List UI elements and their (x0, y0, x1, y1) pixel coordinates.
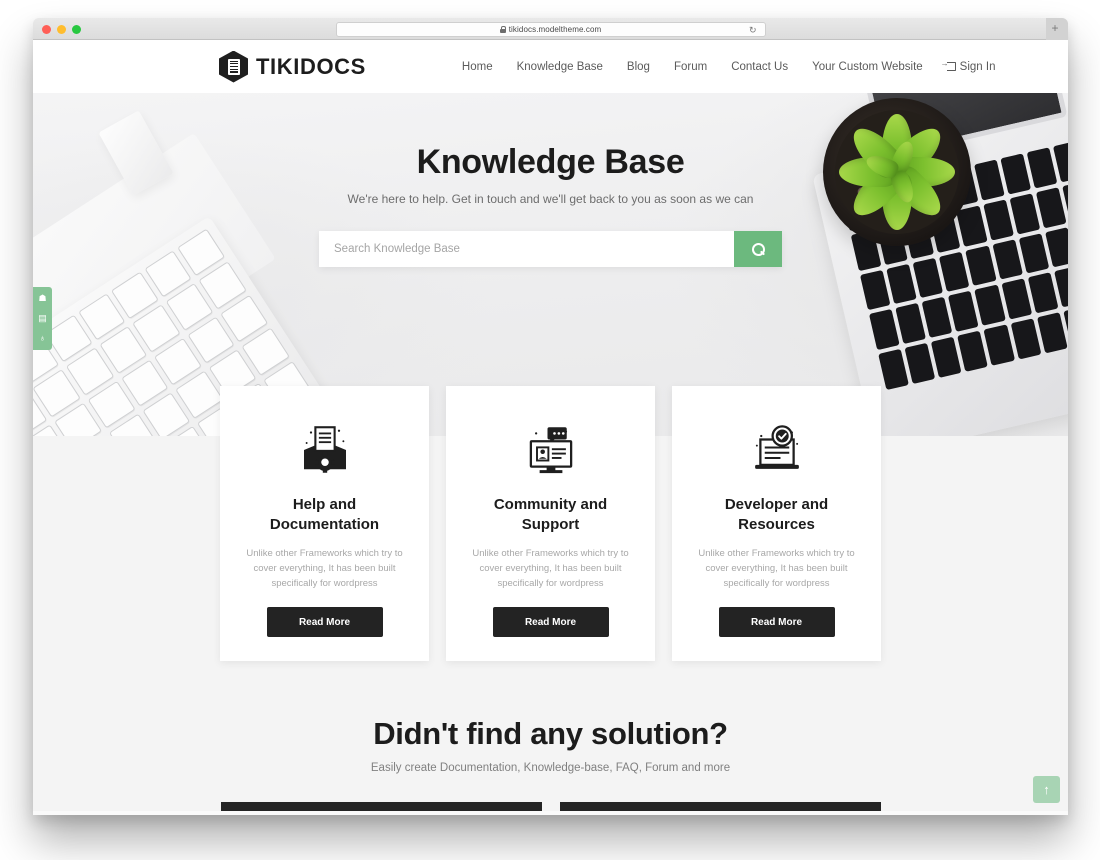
document-gear-icon (297, 419, 353, 481)
maximize-window-button[interactable] (72, 25, 81, 34)
feature-card[interactable]: Community and Support Unlike other Frame… (446, 386, 655, 661)
hexagon-document-logo-icon (219, 50, 248, 83)
nav-item-blog[interactable]: Blog (627, 61, 650, 73)
read-more-button[interactable]: Read More (492, 607, 609, 637)
side-widget-toolbar[interactable]: ☗ ▤ ♁ (33, 287, 52, 350)
read-more-button[interactable]: Read More (718, 607, 835, 637)
sign-in-icon (941, 59, 956, 71)
feature-card[interactable]: Help and Documentation Unlike other Fram… (220, 386, 429, 661)
site-header: TIKIDOCS Home Knowledge Base Blog Forum … (33, 40, 1068, 93)
brand-name: TIKIDOCS (256, 53, 366, 79)
main-navigation: Home Knowledge Base Blog Forum Contact U… (462, 59, 996, 73)
browser-window: tikidocs.modeltheme.com ↻ + TIKIDOCS Hom… (33, 18, 1068, 815)
back-to-top-button[interactable]: ↑ (1033, 776, 1060, 803)
nav-item-home[interactable]: Home (462, 61, 493, 73)
arrow-up-icon: ↑ (1043, 782, 1050, 797)
card-title: Community and Support (493, 496, 608, 533)
card-title: Developer and Resources (724, 496, 829, 533)
nav-item-your-custom-website[interactable]: Your Custom Website (812, 61, 923, 73)
nav-item-contact-us[interactable]: Contact Us (731, 61, 788, 73)
card-title: Help and Documentation (269, 496, 380, 533)
new-tab-icon[interactable]: + (1048, 22, 1062, 36)
reload-icon[interactable]: ↻ (749, 26, 757, 35)
search-button[interactable] (734, 231, 782, 267)
page-title: Knowledge Base (416, 143, 685, 181)
globe-icon[interactable]: ♁ (39, 334, 46, 343)
solution-section: Didn't find any solution? Easily create … (33, 716, 1068, 774)
hero-content: Knowledge Base We're here to help. Get i… (33, 93, 1068, 267)
hero-subtitle: We're here to help. Get in touch and we'… (347, 192, 754, 206)
address-bar[interactable]: tikidocs.modeltheme.com ↻ (335, 22, 766, 37)
hero-section: Knowledge Base We're here to help. Get i… (33, 93, 1068, 436)
close-window-button[interactable] (42, 25, 51, 34)
feature-cards: Help and Documentation Unlike other Fram… (33, 386, 1068, 661)
browser-titlebar: tikidocs.modeltheme.com ↻ + (33, 18, 1068, 40)
sign-in-label: Sign In (959, 60, 996, 73)
card-description: Unlike other Frameworks which try to cov… (472, 548, 629, 589)
lock-icon (499, 26, 507, 33)
laptop-check-icon (749, 419, 805, 481)
monitor-profile-icon (523, 419, 579, 481)
minimize-window-button[interactable] (57, 25, 66, 34)
card-description: Unlike other Frameworks which try to cov… (698, 548, 855, 589)
url-value: tikidocs.modeltheme.com (508, 25, 602, 34)
book-icon[interactable]: ▤ (38, 314, 47, 323)
sign-in-link[interactable]: Sign In (941, 59, 996, 73)
search-input[interactable] (319, 231, 734, 267)
page-content: TIKIDOCS Home Knowledge Base Blog Forum … (33, 40, 1068, 815)
address-bar-text: tikidocs.modeltheme.com (499, 25, 602, 34)
solution-subtitle: Easily create Documentation, Knowledge-b… (370, 762, 731, 774)
feature-card[interactable]: Developer and Resources Unlike other Fra… (672, 386, 881, 661)
nav-item-knowledge-base[interactable]: Knowledge Base (517, 61, 603, 73)
nav-item-forum[interactable]: Forum (674, 61, 707, 73)
search-icon (751, 242, 765, 256)
search-bar[interactable] (319, 231, 782, 267)
page-bottom-edge (33, 811, 1068, 815)
solution-title: Didn't find any solution? (373, 716, 728, 751)
read-more-button[interactable]: Read More (266, 607, 383, 637)
window-controls[interactable] (42, 25, 81, 34)
cart-icon[interactable]: ☗ (38, 294, 46, 303)
card-description: Unlike other Frameworks which try to cov… (246, 548, 403, 589)
site-logo[interactable]: TIKIDOCS (219, 50, 366, 83)
